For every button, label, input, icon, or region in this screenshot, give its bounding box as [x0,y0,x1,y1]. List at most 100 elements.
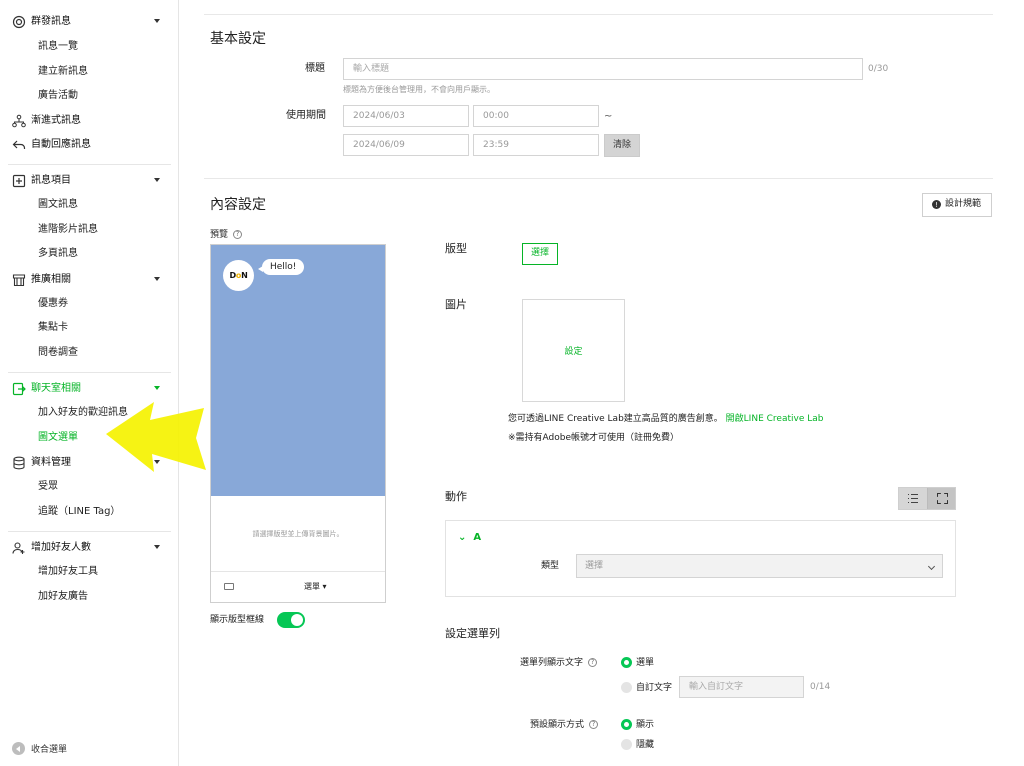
collapse-menu-label: 收合選單 [31,745,68,755]
start-date-input[interactable]: 2024/06/03 [343,105,469,127]
image-upload-box[interactable]: 設定 [522,299,625,402]
action-type-value: 選擇 [585,561,604,571]
chevron-down-icon [154,277,160,281]
expand-view-button[interactable] [927,488,955,509]
chevron-down-icon [154,386,160,390]
preview-placeholder-text: 請選擇版型並上傳背景圖片。 [252,530,344,538]
show-border-label: 顯示版型框線 [210,615,265,625]
sidebar-group-label: 推廣相關 [31,274,71,285]
sidebar-item-rich-menu[interactable]: 圖文選單 [38,431,78,445]
auto-reply-icon [12,140,26,149]
sidebar-item-friend-ads[interactable]: 加好友廣告 [38,590,88,604]
default-display-label-text: 預設顯示方式 [530,720,585,730]
radio-menu-label: 選單 [636,658,655,668]
expand-icon [937,493,948,504]
section-title-basic: 基本設定 [210,31,266,47]
chat-room-icon [12,382,26,396]
radio-custom-text[interactable] [621,682,632,693]
action-a-panel: ⌄ A 類型 選擇 [445,520,956,597]
promotion-icon [12,274,26,287]
design-guide-button[interactable]: 設計規範 [922,193,992,217]
list-view-button[interactable] [899,488,927,509]
template-label: 版型 [445,242,467,255]
title-field-label: 標題 [305,63,325,74]
avatar: DoN [223,260,254,291]
image-set-button[interactable]: 設定 [523,344,624,357]
creative-lab-link[interactable]: 開啟LINE Creative Lab [726,414,824,424]
sidebar-item-auto-reply[interactable]: 自動回應訊息 [0,133,178,157]
main-content: 基本設定 標題 輸入標題 0/30 標題為方便後台管理用，不會向用戶顯示。 使用… [179,0,1024,766]
sidebar-item-card-message[interactable]: 多頁訊息 [38,247,78,261]
preview-menu-label: 選單 ▾ [304,582,327,591]
end-time-input[interactable]: 23:59 [473,134,599,156]
action-a-title: A [473,532,482,543]
sidebar-group-label: 聊天室相關 [31,383,81,394]
menu-bar-section-title: 設定選單列 [445,627,500,640]
action-type-select[interactable]: 選擇 [576,554,943,578]
sidebar-item-friend-tools[interactable]: 增加好友工具 [38,565,98,579]
sidebar-group-label: 訊息項目 [31,175,71,186]
sidebar-item-rich-message[interactable]: 圖文訊息 [38,198,78,212]
preview-menu-bar: 選單 ▾ [211,571,385,602]
template-select-button[interactable]: 選擇 [522,243,558,265]
clear-button[interactable]: 清除 [604,134,640,157]
sidebar-group-message-items[interactable]: 訊息項目 [0,169,178,193]
end-date-input[interactable]: 2024/06/09 [343,134,469,156]
sidebar-item-ad-campaign[interactable]: 廣告活動 [38,89,78,103]
radio-custom-label: 自訂文字 [636,683,673,693]
title-helper-text: 標題為方便後台管理用，不會向用戶顯示。 [343,85,495,94]
creative-lab-text: 您可透過LINE Creative Lab建立高品質的廣告創意。 開啟LINE … [508,412,823,426]
sidebar-item-point-card[interactable]: 集點卡 [38,321,68,335]
image-label: 圖片 [445,298,467,311]
custom-text-input[interactable]: 輸入自訂文字 [679,676,804,698]
keyboard-icon [224,583,234,590]
radio-hide[interactable] [621,739,632,750]
sidebar-item-line-tag[interactable]: 追蹤（LINE Tag） [38,505,120,519]
divider [8,531,171,532]
chevron-down-icon [154,178,160,182]
divider [8,164,171,165]
chevron-down-icon [154,19,160,23]
sidebar-item-new-message[interactable]: 建立新訊息 [38,65,88,79]
sidebar-group-add-friends[interactable]: 增加好友人數 [0,536,178,560]
message-items-icon [12,174,26,188]
sidebar: 群發訊息 訊息一覽 建立新訊息 廣告活動 漸進式訊息 自動回應訊息 訊息項目 圖… [0,0,179,766]
start-time-input[interactable]: 00:00 [473,105,599,127]
add-friends-icon [12,542,25,554]
chevron-down-icon [927,562,936,571]
show-border-toggle[interactable] [277,612,305,628]
help-icon[interactable]: ? [233,230,243,239]
action-a-header[interactable]: ⌄ A [458,532,481,543]
help-icon[interactable]: ? [589,720,599,729]
sidebar-group-promotion[interactable]: 推廣相關 [0,268,178,292]
sidebar-item-step-message[interactable]: 漸進式訊息 [0,109,178,133]
sidebar-item-audience[interactable]: 受眾 [38,480,58,494]
rich-menu-preview: DoN Hello! 請選擇版型並上傳背景圖片。 選單 ▾ [210,244,386,603]
sidebar-group-label: 群發訊息 [31,16,71,27]
adobe-note: ※需持有Adobe帳號才可使用（註冊免費） [508,433,680,443]
sidebar-group-label: 漸進式訊息 [31,115,81,126]
step-message-icon [12,114,26,128]
menu-bar-text-label-text: 選單列顯示文字 [520,658,584,668]
type-label: 類型 [541,561,560,571]
sidebar-group-label: 自動回應訊息 [31,139,91,150]
sidebar-item-rich-video[interactable]: 進階影片訊息 [38,223,98,237]
radio-show[interactable] [621,719,632,730]
sidebar-item-message-list[interactable]: 訊息一覽 [38,40,78,54]
preview-label-text: 預覽 [210,230,229,240]
preview-label: 預覽? [210,228,243,242]
design-guide-label: 設計規範 [945,199,982,209]
radio-menu[interactable] [621,657,632,668]
divider [8,372,171,373]
broadcast-icon [12,15,26,29]
sidebar-group-broadcast[interactable]: 群發訊息 [0,10,178,34]
collapse-menu-button[interactable]: 收合選單 [12,742,67,755]
section-title-content: 內容設定 [210,197,266,213]
sidebar-item-coupon[interactable]: 優惠券 [38,297,68,311]
radio-show-label: 顯示 [636,720,655,730]
title-input[interactable]: 輸入標題 [343,58,863,80]
menu-bar-text-label: 選單列顯示文字? [520,656,598,670]
sidebar-item-survey[interactable]: 問卷調查 [38,346,78,360]
sidebar-group-label: 增加好友人數 [31,542,91,553]
help-icon[interactable]: ? [588,658,598,667]
